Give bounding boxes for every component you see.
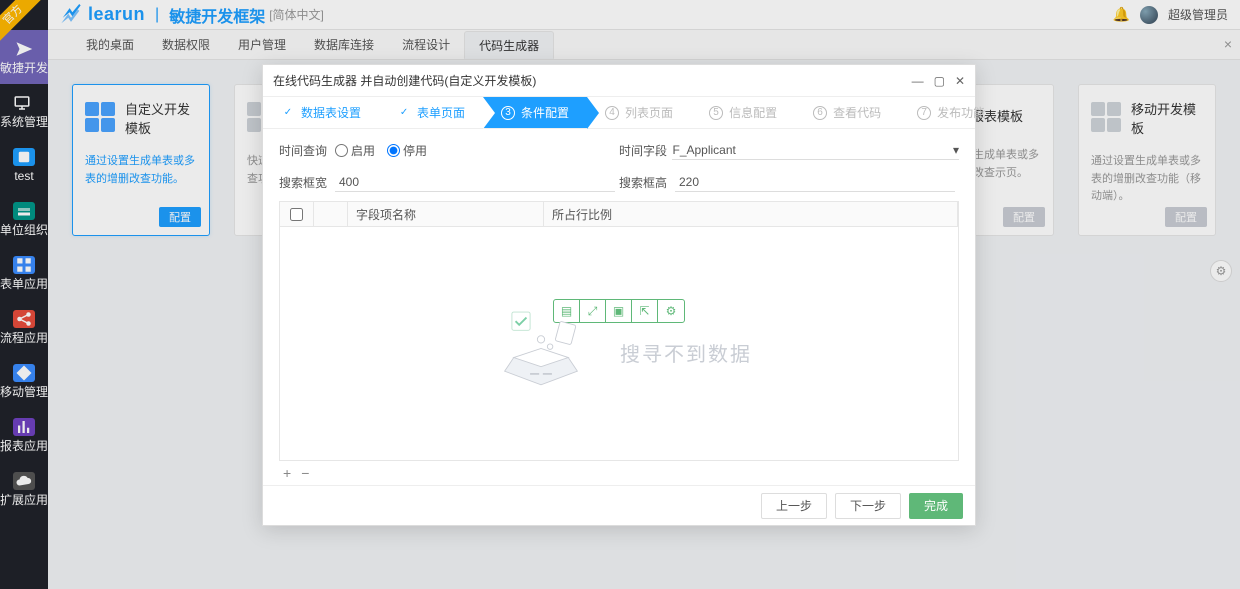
step-number: 4	[605, 106, 619, 120]
grid-header: 字段项名称 所占行比例	[279, 201, 959, 227]
step-label: 数据表设置	[301, 104, 361, 121]
radio-disable[interactable]: 停用	[387, 142, 427, 159]
empty-illustration	[486, 303, 596, 403]
wizard-step-1[interactable]: ✓ 表单页面	[379, 97, 483, 128]
step-number: ✓	[397, 106, 411, 120]
grid-col-spacer	[314, 202, 348, 226]
search-height-label: 搜索框高	[619, 174, 675, 191]
next-button[interactable]: 下一步	[835, 493, 901, 519]
step-label: 发布功能	[937, 104, 985, 121]
modal-titlebar: 在线代码生成器 并自动创建代码(自定义开发模板) — ▢ ✕	[263, 65, 975, 97]
search-height-input[interactable]	[675, 172, 955, 192]
add-row-button[interactable]: +	[283, 465, 291, 481]
grid-col-name: 字段项名称	[348, 202, 544, 226]
search-width-input[interactable]	[335, 172, 615, 192]
radio-enable[interactable]: 启用	[335, 142, 375, 159]
step-number: 6	[813, 106, 827, 120]
step-number: 7	[917, 106, 931, 120]
modal-title-text: 在线代码生成器 并自动创建代码(自定义开发模板)	[273, 72, 536, 89]
remove-row-button[interactable]: −	[301, 465, 309, 481]
step-label: 条件配置	[521, 104, 569, 121]
wizard-step-4[interactable]: 5 信息配置	[691, 97, 795, 128]
grid-add-remove: + −	[279, 461, 959, 485]
search-width-label: 搜索框宽	[279, 174, 335, 191]
modal-footer: 上一步 下一步 完成	[263, 485, 975, 525]
wizard-step-6[interactable]: 7 发布功能	[899, 97, 1003, 128]
empty-text: 搜寻不到数据	[620, 338, 752, 367]
wizard-step-0[interactable]: ✓ 数据表设置	[263, 97, 379, 128]
wizard-body: 时间查询 启用 停用 时间字段 F_Applicant▾ 搜索框宽 搜索框高	[263, 129, 975, 485]
step-label: 表单页面	[417, 104, 465, 121]
time-field-label: 时间字段	[619, 142, 672, 159]
time-query-label: 时间查询	[279, 142, 335, 159]
grid-col-ratio: 所占行比例	[544, 202, 958, 226]
grid-body: ▤ ⤢ ▣ ⇱ ⚙	[279, 227, 959, 461]
finish-button[interactable]: 完成	[909, 493, 963, 519]
maximize-icon[interactable]: ▢	[934, 74, 945, 88]
close-icon[interactable]: ✕	[955, 74, 965, 88]
time-field-select[interactable]: F_Applicant▾	[672, 140, 959, 160]
minimize-icon[interactable]: —	[912, 74, 924, 88]
step-number: 5	[709, 106, 723, 120]
step-label: 信息配置	[729, 104, 777, 121]
step-number: ✓	[281, 106, 295, 120]
wizard-step-5[interactable]: 6 查看代码	[795, 97, 899, 128]
step-number: 3	[501, 106, 515, 120]
chevron-down-icon: ▾	[953, 143, 959, 157]
select-all-checkbox[interactable]	[290, 208, 303, 221]
wizard-steps: ✓数据表设置✓表单页面3条件配置4列表页面5信息配置6查看代码7发布功能	[263, 97, 975, 129]
step-label: 列表页面	[625, 104, 673, 121]
wizard-step-2[interactable]: 3 条件配置	[483, 97, 587, 128]
empty-state: 搜寻不到数据	[486, 303, 752, 403]
step-label: 查看代码	[833, 104, 881, 121]
codegen-modal: 在线代码生成器 并自动创建代码(自定义开发模板) — ▢ ✕ ✓ 数据表设置 ✓ 表单…	[262, 64, 976, 526]
prev-button[interactable]: 上一步	[761, 493, 827, 519]
wizard-step-3[interactable]: 4 列表页面	[587, 97, 691, 128]
